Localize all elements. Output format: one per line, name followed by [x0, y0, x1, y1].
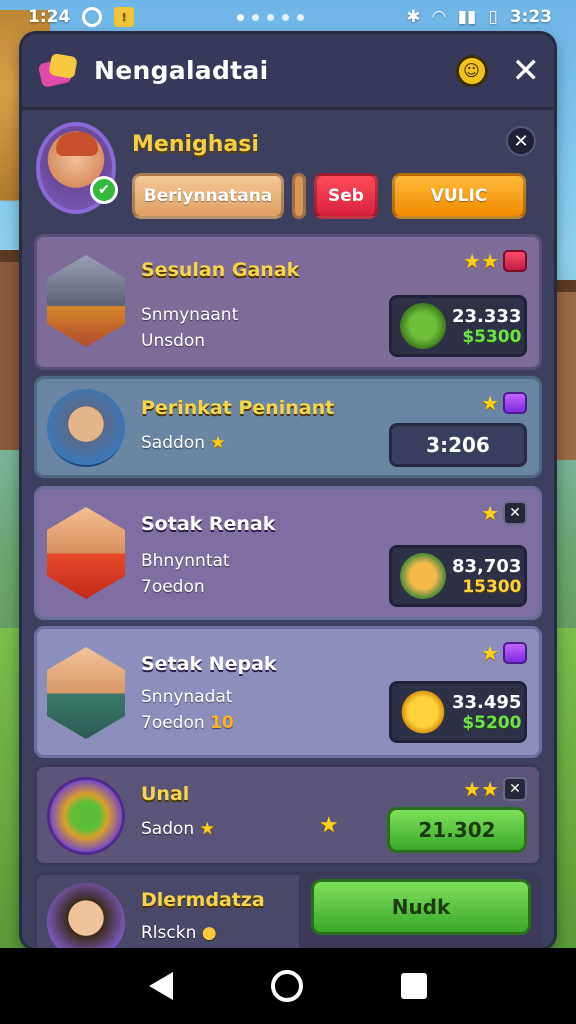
chest-avatar-icon	[47, 777, 125, 855]
reward-box: 23.333 $5300	[389, 295, 527, 357]
gift-cards-icon	[36, 51, 80, 91]
panel-title: Nengaladtai	[94, 56, 269, 85]
robot-avatar-icon	[47, 255, 125, 347]
list-item[interactable]: Unal Sadon ★ ★ ★★ ✕ 21.302	[34, 764, 542, 866]
tree-icon	[400, 303, 446, 349]
home-icon[interactable]	[271, 970, 303, 1002]
avatar[interactable]: ✔	[36, 122, 118, 214]
star-icon: ★★	[463, 249, 499, 273]
star-icon: ★	[319, 813, 339, 838]
close-icon[interactable]: ✕	[512, 54, 541, 88]
item-name: Dlermdatza	[141, 889, 265, 911]
item-name: Sesulan Ganak	[141, 259, 300, 281]
reward-price: $5300	[462, 326, 522, 347]
primary-button[interactable]: Beriynnatana	[132, 173, 284, 219]
confirm-button[interactable]: Nudk	[311, 879, 531, 935]
bluetooth-icon: ✱	[406, 7, 421, 27]
item-sub: 7oedon	[141, 577, 205, 597]
item-sub: Snmynaant	[141, 305, 239, 325]
status-right-time: 3:23	[509, 7, 552, 27]
at-sign-icon	[82, 7, 103, 27]
signal-icon: ▮▮	[457, 7, 477, 27]
man-avatar-icon	[47, 507, 125, 599]
status-time: 1:24	[28, 7, 71, 27]
reward-price: 15300	[462, 576, 522, 597]
secondary-button[interactable]: Seb	[314, 173, 378, 219]
worker-avatar-icon	[47, 389, 125, 467]
shield-icon	[400, 689, 446, 735]
list-item[interactable]: Sotak Renak Bhnynntat 7oedon ★ ✕ 83,703 …	[34, 486, 542, 620]
coin-icon: ●	[201, 923, 217, 943]
divider-tab	[292, 173, 306, 219]
recents-icon[interactable]	[401, 973, 427, 999]
star-icon: ★★	[463, 777, 499, 801]
sparkle-icon: ★	[210, 433, 226, 453]
item-name: Unal	[141, 783, 190, 805]
item-sub: Unsdon	[141, 331, 206, 351]
back-icon[interactable]	[149, 972, 173, 1000]
man-avatar-icon	[47, 883, 125, 948]
status-bar: 1:24 ! ✱ ◠ ▮▮ ▯ 3:23	[0, 0, 576, 34]
timer-display: 3:206	[389, 423, 527, 467]
reward-box: 83,703 15300	[389, 545, 527, 607]
item-sub: 7oedon 10	[141, 713, 234, 733]
item-name: Setak Nepak	[141, 653, 277, 675]
item-name: Perinkat Peninant	[141, 397, 335, 419]
profile-section: ✔ Menighasi Beriynnatana Seb VULIC ✕	[22, 110, 554, 224]
profile-name: Menighasi	[132, 132, 259, 157]
claim-button[interactable]: 21.302	[387, 807, 527, 853]
navigation-bar	[0, 948, 576, 1024]
level-badge: 10	[210, 713, 234, 733]
reward-value: 23.333	[452, 305, 522, 327]
close-icon[interactable]: ✕	[503, 777, 527, 801]
man-avatar-icon	[47, 647, 125, 739]
sparkle-icon: ★	[199, 819, 215, 839]
list-item[interactable]: Perinkat Peninant Saddon ★ ★ 3:206	[34, 376, 542, 478]
check-icon: ✔	[90, 176, 118, 204]
item-sub: Saddon ★	[141, 433, 226, 453]
item-name: Sotak Renak	[141, 513, 276, 535]
close-icon[interactable]: ✕	[503, 501, 527, 525]
item-sub: Snnynadat	[141, 687, 233, 707]
reward-value: 83,703	[452, 555, 522, 577]
panel-header: Nengaladtai ☺ ✕	[22, 34, 554, 110]
treasure-icon	[400, 553, 446, 599]
reward-box: 33.495 $5200	[389, 681, 527, 743]
purple-gem-icon	[503, 392, 527, 414]
rewards-panel: Nengaladtai ☺ ✕ ✔ Menighasi Beriynnatana…	[22, 34, 554, 948]
item-sub: Bhnynntat	[141, 551, 230, 571]
list-item[interactable]: Dlermdatza Rlsckn ● Nudk	[34, 872, 542, 948]
red-gem-icon	[503, 250, 527, 272]
star-icon: ★	[481, 391, 499, 415]
profile-close-button[interactable]: ✕	[506, 126, 536, 156]
page-dots	[236, 13, 304, 21]
notification-square-icon: !	[114, 7, 135, 27]
purple-gem-icon	[503, 642, 527, 664]
battery-icon: ▯	[488, 7, 498, 27]
star-icon: ★	[481, 501, 499, 525]
smiley-icon[interactable]: ☺	[455, 54, 488, 87]
star-icon: ★	[481, 641, 499, 665]
action-button[interactable]: VULIC	[392, 173, 526, 219]
reward-value: 33.495	[452, 691, 522, 713]
list-item[interactable]: Setak Nepak Snnynadat 7oedon 10 ★ 33.495…	[34, 626, 542, 758]
item-sub: Sadon ★	[141, 819, 215, 839]
reward-price: $5200	[462, 712, 522, 733]
wifi-icon: ◠	[432, 7, 446, 27]
item-sub: Rlsckn ●	[141, 923, 217, 943]
list-item[interactable]: Sesulan Ganak Snmynaant Unsdon ★★ 23.333…	[34, 234, 542, 370]
